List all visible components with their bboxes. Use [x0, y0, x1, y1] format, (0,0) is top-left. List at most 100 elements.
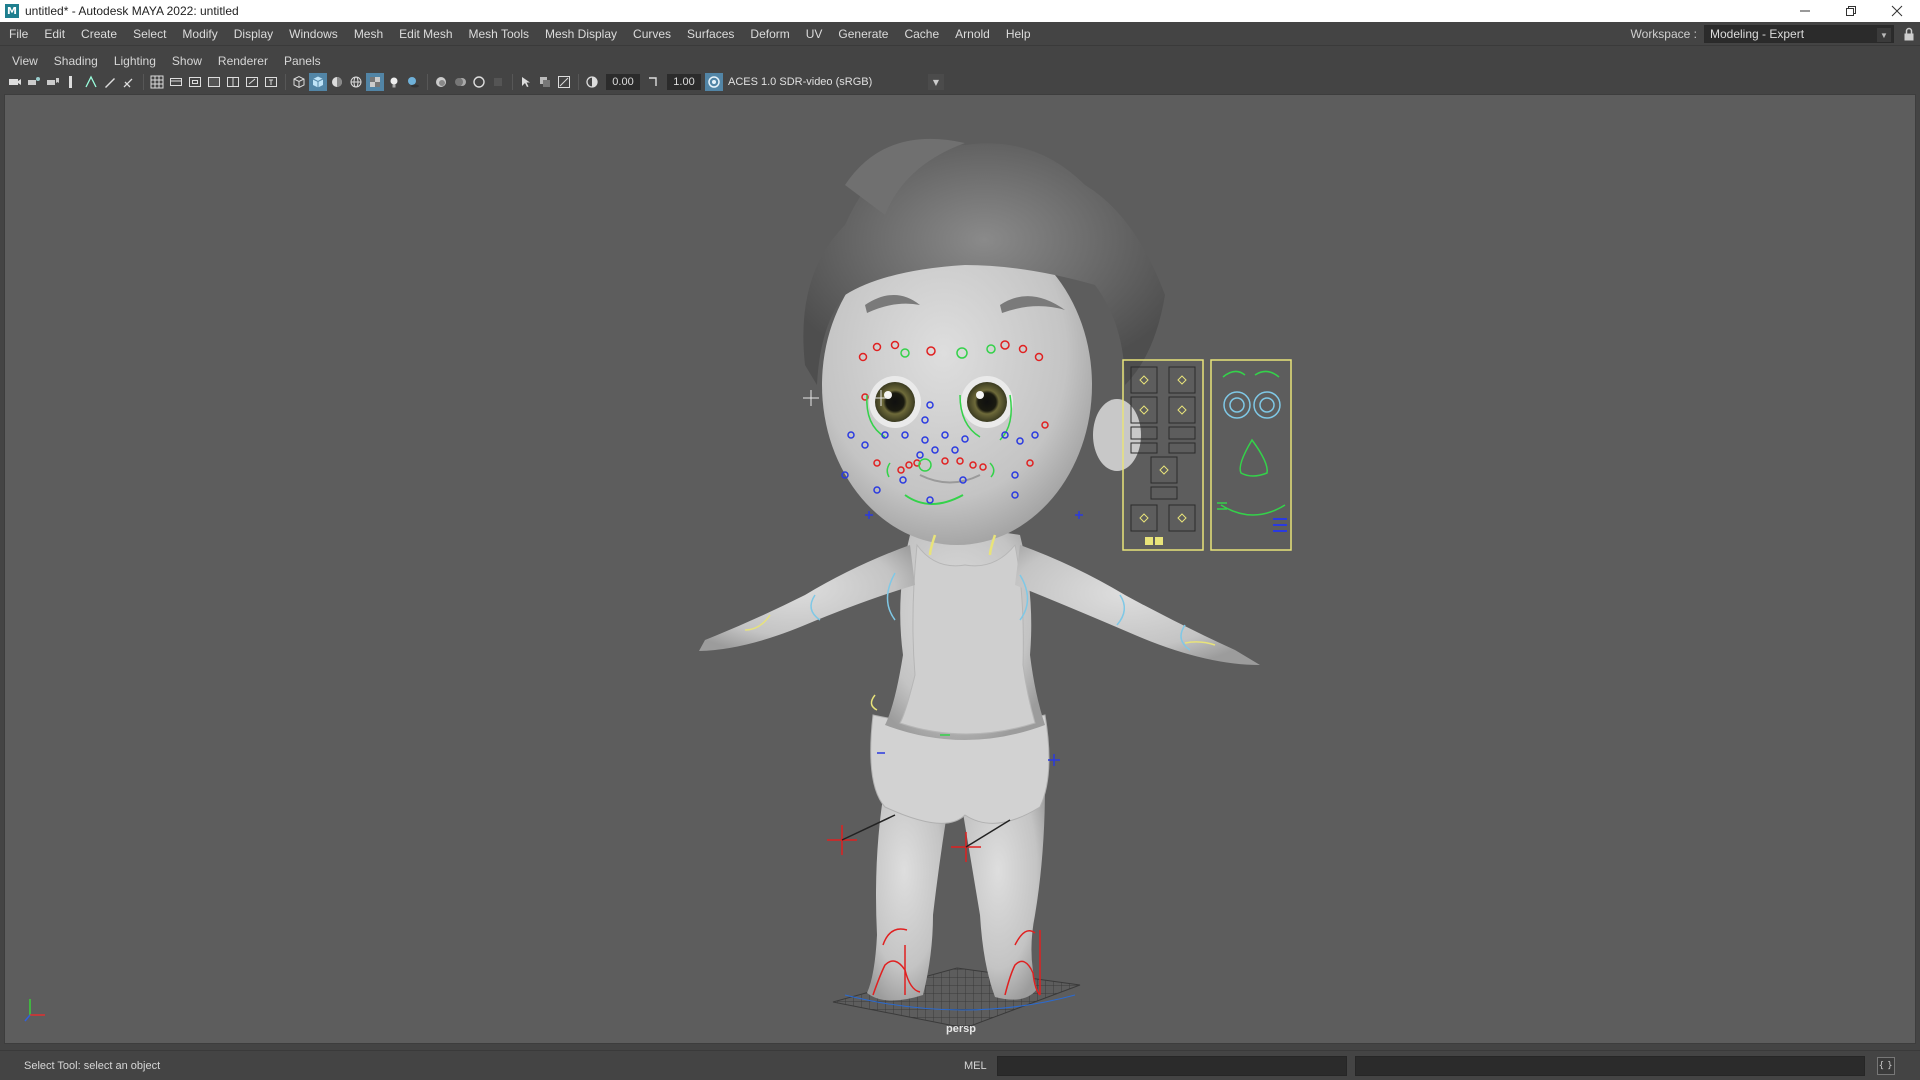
menu-create[interactable]: Create: [73, 27, 125, 41]
close-button[interactable]: [1874, 0, 1920, 22]
panel-menu-show[interactable]: Show: [164, 54, 210, 68]
field-chart-button[interactable]: [224, 73, 242, 91]
film-gate-button[interactable]: [167, 73, 185, 91]
exposure-toggle-button[interactable]: [583, 73, 601, 91]
menu-mesh[interactable]: Mesh: [346, 27, 391, 41]
isolate-select-button[interactable]: [517, 73, 535, 91]
panel-toolbar: 0.00 1.00 ACES 1.0 SDR-video (sRGB) ▼: [0, 72, 1920, 92]
workspace-lock-button[interactable]: [1898, 23, 1920, 45]
bookmark-camera-icon: [47, 78, 59, 85]
wireframe-button[interactable]: [290, 73, 308, 91]
menu-modify[interactable]: Modify: [174, 27, 225, 41]
use-all-lights-button[interactable]: [385, 73, 403, 91]
exposure-field[interactable]: 0.00: [606, 74, 640, 90]
menu-cache[interactable]: Cache: [896, 27, 947, 41]
menu-curves[interactable]: Curves: [625, 27, 679, 41]
command-language-toggle[interactable]: MEL: [964, 1060, 987, 1072]
menu-deform[interactable]: Deform: [742, 27, 797, 41]
two-d-pan-zoom-button[interactable]: [82, 73, 100, 91]
camera-attributes-button[interactable]: [25, 73, 43, 91]
ambient-occlusion-icon: [436, 77, 446, 87]
script-editor-button[interactable]: { }: [1876, 1056, 1895, 1075]
wireframe-cube-icon: [293, 75, 305, 89]
command-line-input[interactable]: [996, 1055, 1347, 1076]
view-transform-label[interactable]: ACES 1.0 SDR-video (sRGB): [724, 74, 924, 90]
gamma-icon: [649, 77, 657, 86]
gamma-toggle-button[interactable]: [644, 73, 662, 91]
pencil-icon: [123, 78, 133, 88]
menu-select[interactable]: Select: [125, 27, 174, 41]
menu-display[interactable]: Display: [226, 27, 281, 41]
depth-of-field-button[interactable]: [489, 73, 507, 91]
menu-generate[interactable]: Generate: [830, 27, 896, 41]
xray-joints-icon: [558, 76, 570, 88]
default-material-button[interactable]: [328, 73, 346, 91]
shadows-button[interactable]: [404, 73, 422, 91]
grid-toggle-button[interactable]: [148, 73, 166, 91]
menu-help[interactable]: Help: [998, 27, 1039, 41]
pan-zoom-icon: [85, 75, 97, 88]
safe-title-button[interactable]: [262, 73, 280, 91]
face-gui-panel[interactable]: [1210, 359, 1292, 551]
maya-app-icon: M: [5, 4, 19, 18]
grease-pencil-icon: [105, 78, 115, 88]
workspace-value: Modeling - Expert: [1710, 27, 1805, 41]
view-axis-gizmo: [24, 999, 45, 1022]
scene-canvas[interactable]: [5, 95, 1916, 1044]
menu-mesh-display[interactable]: Mesh Display: [537, 27, 625, 41]
menu-arnold[interactable]: Arnold: [947, 27, 998, 41]
main-menu-bar: File Edit Create Select Modify Display W…: [0, 22, 1920, 46]
viewport-persp[interactable]: persp: [4, 94, 1916, 1044]
menu-edit-mesh[interactable]: Edit Mesh: [391, 27, 460, 41]
restore-button[interactable]: [1828, 0, 1874, 22]
restore-icon: [1846, 6, 1856, 16]
screen-space-ao-button[interactable]: [432, 73, 450, 91]
gamma-field[interactable]: 1.00: [667, 74, 701, 90]
bookmarks-button[interactable]: [44, 73, 62, 91]
select-camera-button[interactable]: [6, 73, 24, 91]
chevron-down-icon: ▼: [1877, 28, 1891, 42]
menu-edit[interactable]: Edit: [36, 27, 73, 41]
wireframe-on-shaded-button[interactable]: [347, 73, 365, 91]
anti-aliasing-icon: [473, 76, 485, 88]
panel-menu-renderer[interactable]: Renderer: [210, 54, 276, 68]
color-management-button[interactable]: [705, 73, 723, 91]
ground-plane[interactable]: [832, 967, 1081, 1029]
xray-button[interactable]: [536, 73, 554, 91]
toolbar-separator: [512, 74, 513, 90]
safe-action-button[interactable]: [243, 73, 261, 91]
motion-blur-button[interactable]: [451, 73, 469, 91]
character-mesh[interactable]: [699, 138, 1260, 1001]
multisample-aa-button[interactable]: [470, 73, 488, 91]
gate-mask-button[interactable]: [205, 73, 223, 91]
panel-menu-view[interactable]: View: [4, 54, 46, 68]
grease-pencil-button[interactable]: [101, 73, 119, 91]
workspace-dropdown[interactable]: Modeling - Expert ▼: [1704, 25, 1894, 43]
panel-menu-panels[interactable]: Panels: [276, 54, 329, 68]
menu-surfaces[interactable]: Surfaces: [679, 27, 742, 41]
chevron-down-icon: ▼: [932, 77, 940, 87]
image-plane-button[interactable]: [63, 73, 81, 91]
toolbar-separator: [578, 74, 579, 90]
light-bulb-icon: [390, 77, 398, 88]
close-icon: [1891, 5, 1903, 17]
menu-uv[interactable]: UV: [798, 27, 831, 41]
view-transform-dropdown[interactable]: ▼: [928, 74, 944, 90]
grid-icon: [150, 75, 164, 89]
menu-windows[interactable]: Windows: [281, 27, 346, 41]
menu-file[interactable]: File: [0, 27, 36, 41]
minimize-button[interactable]: [1782, 0, 1828, 22]
panel-menu-shading[interactable]: Shading: [46, 54, 106, 68]
grease-pencil-alt-button[interactable]: [120, 73, 138, 91]
toolbar-separator: [427, 74, 428, 90]
camera-lock-icon: [28, 77, 40, 85]
smooth-shade-button[interactable]: [309, 73, 327, 91]
menu-mesh-tools[interactable]: Mesh Tools: [461, 27, 537, 41]
color-management-icon: [708, 76, 720, 88]
field-chart-icon: [227, 77, 239, 87]
safe-action-icon: [246, 77, 258, 87]
resolution-gate-button[interactable]: [186, 73, 204, 91]
textured-button[interactable]: [366, 73, 384, 91]
panel-menu-lighting[interactable]: Lighting: [106, 54, 164, 68]
xray-active-components-button[interactable]: [555, 73, 573, 91]
